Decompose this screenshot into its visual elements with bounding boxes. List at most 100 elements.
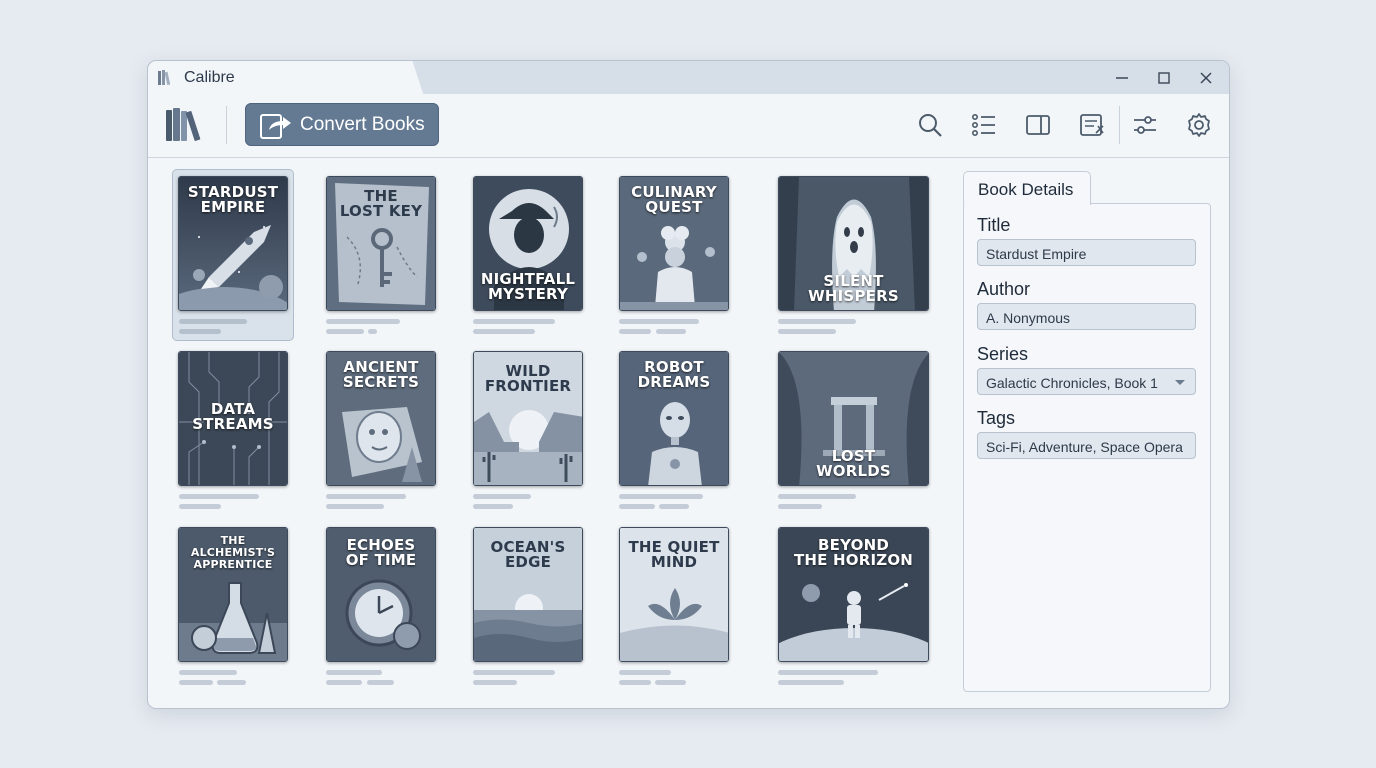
chevron-down-icon[interactable] (1175, 380, 1185, 385)
calibre-window: Calibre Convert Books STARDUST EMPIRE TH… (147, 60, 1230, 709)
placeholder-bar (326, 329, 364, 334)
placeholder-bar (778, 329, 836, 334)
book-title: ECHOES OF TIME (345, 536, 417, 569)
book-cover-silent-whispers[interactable]: SILENT WHISPERS (778, 176, 929, 311)
placeholder-bar (778, 494, 856, 499)
book-title: DATA STREAMS (192, 400, 274, 433)
book-title: LOST WORLDS (816, 447, 891, 480)
book-cover-ancient-secrets[interactable]: ANCIENT SECRETS (326, 351, 436, 486)
placeholder-bar (367, 680, 394, 685)
book-cover-data-streams[interactable]: DATA STREAMS (178, 351, 288, 486)
book-cover-lost-worlds[interactable]: LOST WORLDS (778, 351, 929, 486)
placeholder-bar (656, 329, 686, 334)
placeholder-bar (473, 329, 535, 334)
book-title: STARDUST EMPIRE (187, 183, 279, 216)
book-cover-culinary-quest[interactable]: CULINARY QUEST (619, 176, 729, 311)
book-title: SILENT WHISPERS (808, 272, 899, 305)
placeholder-bar (655, 680, 686, 685)
placeholder-bar (778, 670, 878, 675)
placeholder-bar (619, 329, 651, 334)
placeholder-bar (179, 319, 247, 324)
book-title: THE QUIET MIND (628, 538, 720, 571)
book-cover-stardust-empire[interactable]: STARDUST EMPIRE (178, 176, 288, 311)
placeholder-bar (326, 680, 362, 685)
placeholder-bar (473, 494, 531, 499)
convert-books-button[interactable]: Convert Books (245, 103, 439, 146)
placeholder-bar (778, 504, 822, 509)
book-cover-wild-frontier[interactable]: WILD FRONTIER (473, 351, 583, 486)
author-field[interactable]: A. Nonymous (977, 303, 1196, 330)
book-title: WILD FRONTIER (484, 362, 572, 395)
book-title: ANCIENT SECRETS (342, 358, 420, 391)
book-cover-echoes-of-time[interactable]: ECHOES OF TIME (326, 527, 436, 662)
book-title: BEYOND THE HORIZON (793, 536, 914, 569)
close-icon (1200, 71, 1212, 84)
placeholder-bar (368, 329, 377, 334)
gear-icon[interactable] (1185, 111, 1213, 139)
placeholder-bar (473, 670, 555, 675)
placeholder-bar (619, 670, 671, 675)
book-cover-the-lost-key[interactable]: THE LOST KEY (326, 176, 436, 311)
placeholder-bar (217, 680, 246, 685)
placeholder-bar (179, 680, 213, 685)
placeholder-bar (179, 504, 221, 509)
minimize-icon (1116, 76, 1128, 79)
placeholder-bar (179, 494, 259, 499)
placeholder-bar (326, 319, 400, 324)
convert-icon (260, 113, 291, 139)
book-title: NIGHTFALL MYSTERY (480, 270, 576, 303)
placeholder-bar (179, 670, 237, 675)
series-value: Galactic Chronicles, Book 1 (986, 375, 1158, 391)
book-title: THE LOST KEY (339, 187, 423, 220)
placeholder-bar (326, 504, 384, 509)
placeholder-bar (326, 494, 406, 499)
maximize-icon (1158, 71, 1170, 84)
placeholder-bar (619, 494, 703, 499)
placeholder-bar (619, 319, 699, 324)
placeholder-bar (778, 319, 856, 324)
series-label: Series (977, 344, 1029, 364)
library-icon[interactable] (165, 108, 205, 142)
series-dropdown[interactable]: Galactic Chronicles, Book 1 (977, 368, 1196, 395)
close-button[interactable] (1185, 61, 1227, 94)
placeholder-bar (473, 504, 513, 509)
book-cover-beyond-the-horizon[interactable]: BEYOND THE HORIZON (778, 527, 929, 662)
author-label: Author (977, 279, 1031, 299)
placeholder-bar (473, 319, 555, 324)
tags-label: Tags (977, 408, 1016, 428)
search-icon[interactable] (916, 111, 944, 139)
book-cover-the-alchemists-apprentice[interactable]: THE ALCHEMIST'S APPRENTICE (178, 527, 288, 662)
book-title: THE ALCHEMIST'S APPRENTICE (190, 534, 276, 571)
tags-field[interactable]: Sci-Fi, Adventure, Space Opera (977, 432, 1196, 459)
placeholder-bar (326, 670, 382, 675)
placeholder-bar (179, 329, 221, 334)
convert-books-label: Convert Books (300, 113, 425, 135)
placeholder-bar (473, 680, 517, 685)
book-cover-oceans-edge[interactable]: OCEAN'S EDGE (473, 527, 583, 662)
book-cover-robot-dreams[interactable]: ROBOT DREAMS (619, 351, 729, 486)
book-title: CULINARY QUEST (631, 183, 717, 216)
minimize-button[interactable] (1101, 61, 1143, 94)
toolbar: Convert Books (148, 94, 1229, 158)
title-field[interactable]: Stardust Empire (977, 239, 1196, 266)
panel-icon[interactable] (1024, 111, 1052, 139)
edit-metadata-icon[interactable] (1078, 111, 1106, 139)
book-cover-nightfall-mystery[interactable]: NIGHTFALL MYSTERY (473, 176, 583, 311)
title-bar: Calibre (148, 61, 1229, 95)
placeholder-bar (619, 504, 655, 509)
tab-book-details[interactable]: Book Details (963, 171, 1091, 205)
book-cover-the-quiet-mind[interactable]: THE QUIET MIND (619, 527, 729, 662)
maximize-button[interactable] (1143, 61, 1185, 94)
calibre-app-icon (158, 70, 171, 85)
placeholder-bar (619, 680, 651, 685)
placeholder-bar (778, 680, 844, 685)
list-view-icon[interactable] (970, 111, 998, 139)
toolbar-separator (1119, 106, 1120, 144)
book-title: OCEAN'S EDGE (490, 538, 566, 571)
toolbar-separator (226, 106, 227, 144)
placeholder-bar (659, 504, 689, 509)
window-title: Calibre (184, 69, 235, 86)
sliders-icon[interactable] (1131, 111, 1159, 139)
book-title: ROBOT DREAMS (637, 358, 711, 391)
title-label: Title (977, 215, 1011, 235)
